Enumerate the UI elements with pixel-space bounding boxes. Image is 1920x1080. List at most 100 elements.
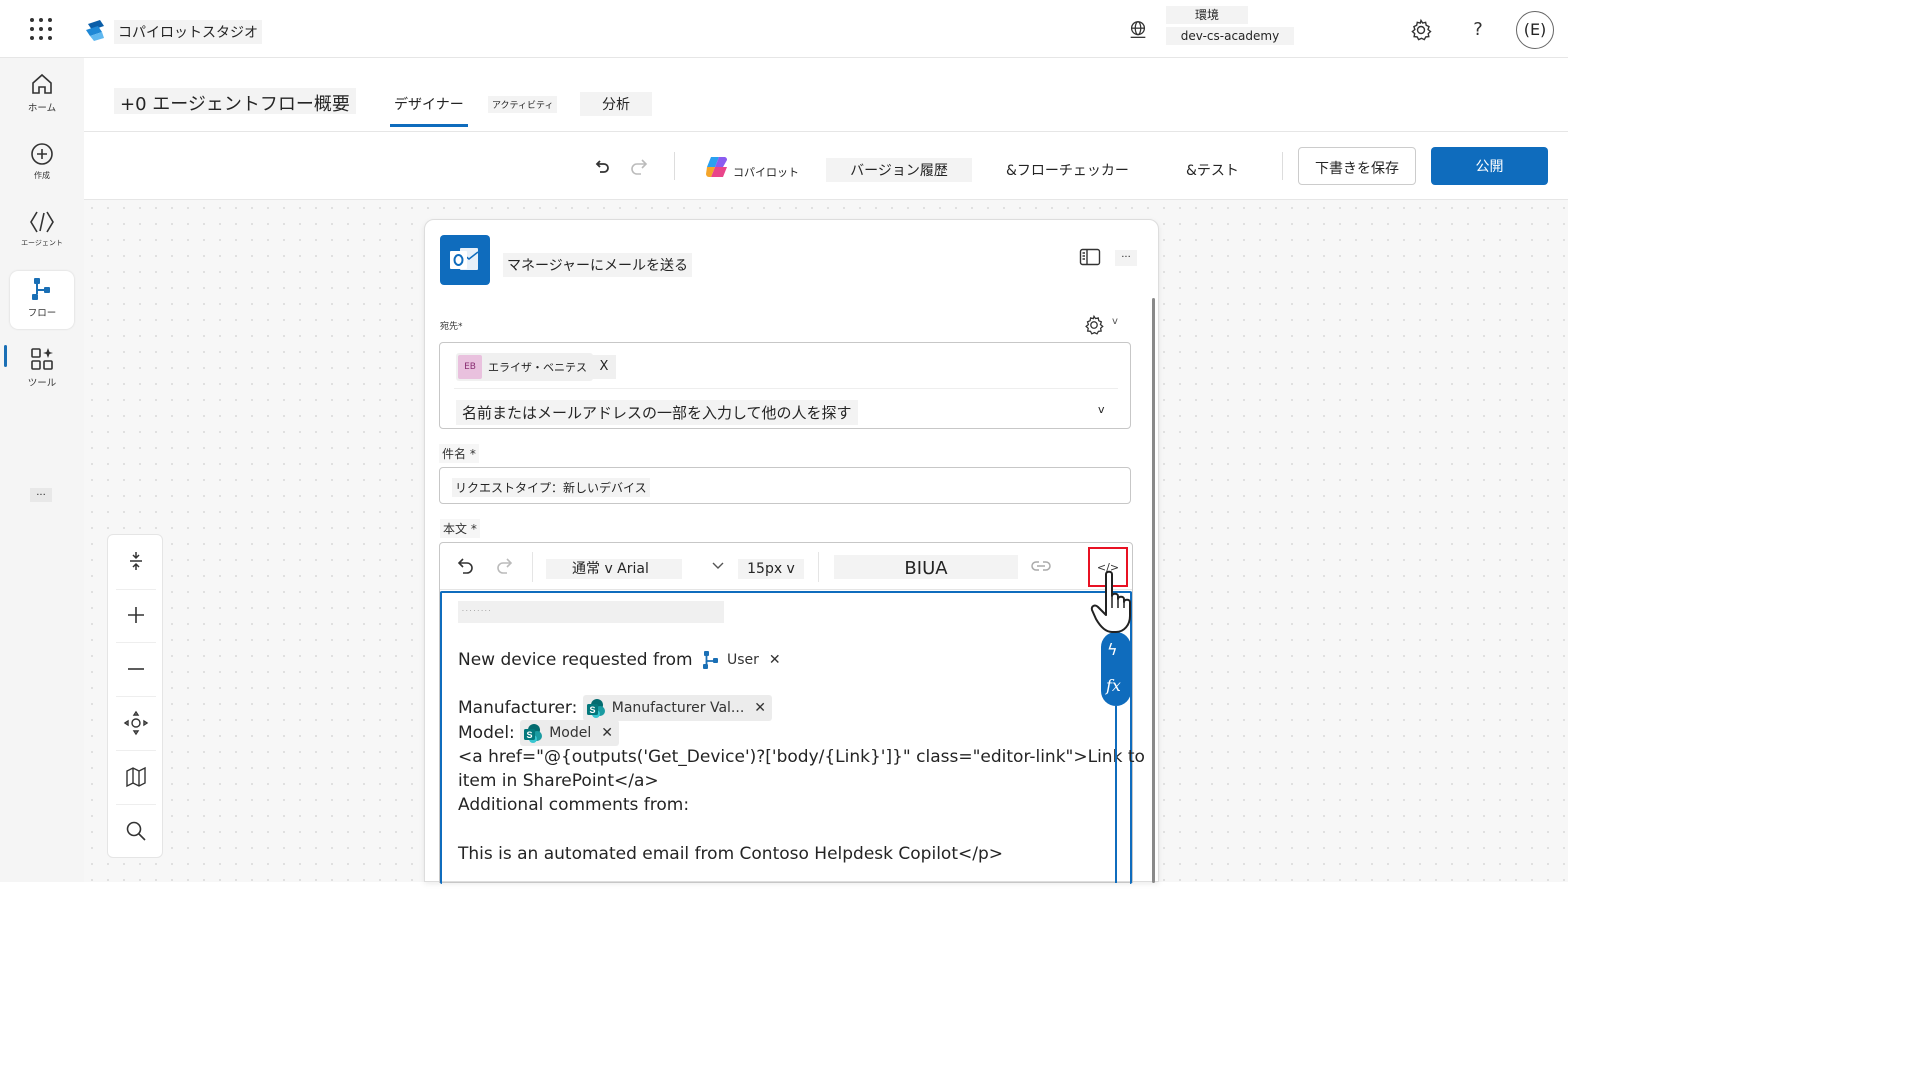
undo-icon[interactable] bbox=[592, 158, 612, 178]
recipient-name: エライザ・ベニテス bbox=[488, 361, 587, 374]
toolbar-separator bbox=[1282, 152, 1283, 180]
body-text: Manufacturer: bbox=[458, 698, 578, 718]
editor-body[interactable]: · · · · · · · · New device requested fro… bbox=[440, 591, 1145, 884]
test-button[interactable]: &テスト bbox=[1182, 158, 1243, 182]
rail-item-agents[interactable]: エージェント bbox=[10, 204, 74, 262]
flow-token-icon bbox=[702, 651, 718, 669]
remove-token-icon[interactable]: ✕ bbox=[601, 725, 613, 741]
body-text: Model: bbox=[458, 723, 515, 743]
rail-label: ホーム bbox=[27, 103, 57, 114]
remove-recipient-button[interactable]: X bbox=[592, 355, 616, 379]
rail-item-home[interactable]: ホーム bbox=[10, 66, 74, 124]
tab-analytics[interactable]: 分析 bbox=[580, 92, 652, 116]
action-card-send-email: マネージャーにメールを送る ... 宛先* v EB エライザ・ベニテス X 名… bbox=[424, 219, 1159, 884]
copilot-icon bbox=[706, 157, 728, 177]
designer-toolbar: コパイロット バージョン履歴 &フローチェッカー &テスト 下書きを保存 公開 bbox=[84, 132, 1568, 200]
chevron-down-icon[interactable]: v bbox=[1112, 316, 1118, 327]
page-title[interactable]: +0 エージェントフロー概要 bbox=[114, 88, 356, 115]
field-settings-icon[interactable] bbox=[1083, 314, 1105, 336]
publish-button[interactable]: 公開 bbox=[1431, 147, 1548, 185]
side-panel-icon[interactable] bbox=[1079, 248, 1101, 266]
token-label: Manufacturer Val... bbox=[611, 700, 745, 716]
zoom-in-icon[interactable] bbox=[122, 601, 150, 629]
left-rail: ホーム 作成 エージェント フロー ツール ... bbox=[0, 58, 84, 882]
tools-icon bbox=[31, 348, 53, 370]
body-editor: 通常 v Arial 15px v BIUA </> · · · · · · ·… bbox=[439, 542, 1145, 884]
environment-name[interactable]: dev-cs-academy bbox=[1166, 27, 1294, 45]
flow-icon bbox=[32, 278, 50, 300]
body-line-model: Model: S Model ✕ bbox=[458, 720, 619, 746]
rail-item-create[interactable]: 作成 bbox=[10, 136, 74, 194]
chevron-down-icon[interactable] bbox=[710, 557, 726, 573]
token-label: Model bbox=[549, 725, 592, 741]
expression-icon[interactable]: fx bbox=[1106, 676, 1121, 695]
divider bbox=[116, 804, 156, 805]
to-field[interactable]: EB エライザ・ベニテス X 名前またはメールアドレスの一部を入力して他の人を探… bbox=[439, 342, 1131, 429]
rail-label: ツール bbox=[27, 378, 57, 389]
outlook-icon bbox=[440, 235, 490, 285]
chevron-down-icon[interactable]: v bbox=[1098, 403, 1105, 416]
settings-icon[interactable] bbox=[1409, 18, 1433, 42]
subject-value: リクエストタイプ：新しいデバイス bbox=[452, 478, 650, 497]
body-line-footer: This is an automated email from Contoso … bbox=[458, 844, 1003, 864]
app-name: コパイロットスタジオ bbox=[114, 20, 262, 44]
divider bbox=[454, 388, 1118, 389]
rail-label: エージェント bbox=[21, 239, 63, 247]
remove-token-icon[interactable]: ✕ bbox=[754, 700, 766, 716]
remove-token-icon[interactable]: ✕ bbox=[769, 652, 781, 668]
help-icon[interactable]: ? bbox=[1466, 18, 1490, 42]
environment-label[interactable]: 環境 bbox=[1166, 6, 1248, 24]
sharepoint-icon: S bbox=[524, 724, 543, 743]
user-avatar[interactable]: (E) bbox=[1516, 11, 1554, 49]
body-label: 本文 * bbox=[440, 519, 480, 538]
redo-icon[interactable] bbox=[628, 156, 650, 178]
top-bar: コパイロットスタジオ 環境 dev-cs-academy ? (E) bbox=[0, 0, 1568, 58]
minimap-icon[interactable] bbox=[122, 763, 150, 791]
recipient-chip: EB エライザ・ベニテス bbox=[456, 353, 593, 381]
font-size-select[interactable]: 15px v bbox=[738, 559, 804, 579]
body-line-additional: Additional comments from: bbox=[458, 795, 690, 815]
rail-label: 作成 bbox=[34, 171, 50, 180]
to-label: 宛先* bbox=[440, 322, 463, 332]
sharepoint-icon: S bbox=[586, 699, 605, 718]
save-draft-button[interactable]: 下書きを保存 bbox=[1298, 147, 1416, 185]
subject-field[interactable]: リクエストタイプ：新しいデバイス bbox=[439, 467, 1131, 504]
toolbar-separator bbox=[674, 152, 675, 180]
font-select[interactable]: 通常 v Arial bbox=[546, 559, 682, 579]
divider bbox=[818, 552, 819, 582]
redo-icon[interactable] bbox=[494, 555, 516, 577]
app-launcher-icon[interactable] bbox=[30, 18, 52, 40]
canvas-controls bbox=[107, 534, 163, 858]
token-manufacturer[interactable]: S Manufacturer Val... ✕ bbox=[582, 695, 773, 721]
version-history-button[interactable]: バージョン履歴 bbox=[826, 158, 972, 182]
link-icon[interactable] bbox=[1030, 557, 1052, 575]
flow-checker-button[interactable]: &フローチェッカー bbox=[1002, 158, 1133, 182]
zoom-out-icon[interactable] bbox=[122, 655, 150, 683]
rail-item-tools[interactable]: ツール bbox=[10, 341, 74, 399]
page-header: +0 エージェントフロー概要 デザイナー アクティビティ 分析 bbox=[84, 58, 1568, 132]
environment-icon[interactable] bbox=[1127, 19, 1149, 41]
center-icon[interactable] bbox=[122, 709, 150, 737]
tab-designer[interactable]: デザイナー bbox=[390, 92, 468, 127]
people-search-input[interactable]: 名前またはメールアドレスの一部を入力して他の人を探す bbox=[456, 400, 858, 425]
card-scrollbar[interactable] bbox=[1152, 298, 1155, 883]
tab-activity[interactable]: アクティビティ bbox=[488, 96, 558, 113]
text-format-buttons[interactable]: BIUA bbox=[834, 555, 1018, 579]
undo-icon[interactable] bbox=[454, 555, 476, 577]
editor-toolbar: 通常 v Arial 15px v BIUA </> bbox=[440, 543, 1132, 590]
dynamic-content-line bbox=[1115, 706, 1117, 883]
search-icon[interactable] bbox=[122, 817, 150, 845]
body-line-link-1: <a href="@{outputs('Get_Device')?['body/… bbox=[458, 747, 1145, 767]
card-more-button[interactable]: ... bbox=[1115, 250, 1137, 266]
token-label: User bbox=[726, 652, 759, 668]
format-placeholder: · · · · · · · · bbox=[458, 601, 724, 623]
fit-icon[interactable] bbox=[122, 547, 150, 575]
dynamic-content-icon[interactable]: ϟ bbox=[1107, 640, 1118, 659]
copilot-button[interactable]: コパイロット bbox=[729, 162, 803, 182]
rail-more-button[interactable]: ... bbox=[30, 488, 52, 502]
token-user[interactable]: User ✕ bbox=[698, 647, 787, 673]
rail-item-flows[interactable]: フロー bbox=[10, 271, 74, 329]
token-model[interactable]: S Model ✕ bbox=[520, 720, 619, 746]
card-title[interactable]: マネージャーにメールを送る bbox=[503, 253, 693, 277]
svg-text:S: S bbox=[527, 730, 533, 740]
